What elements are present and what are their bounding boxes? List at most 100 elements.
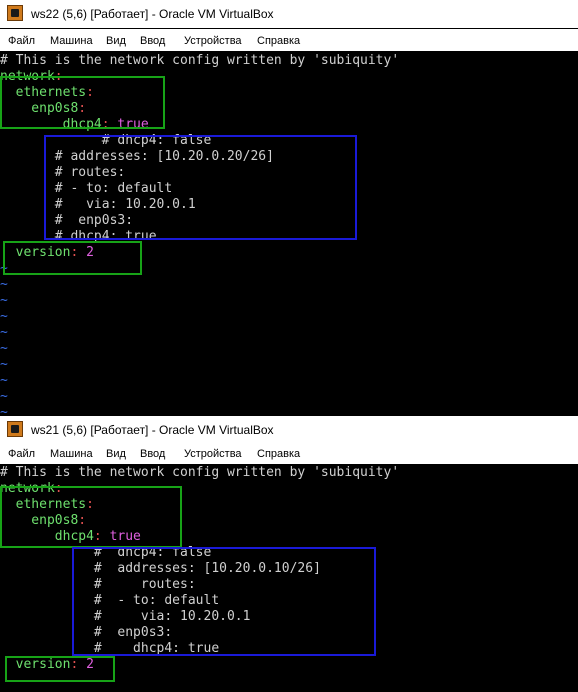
code-line: # enp0s3: (0, 213, 133, 229)
empty-buffer-marker: ~ (0, 261, 8, 277)
code-token: # via: 10.20.0.1 (0, 197, 196, 212)
code-token: true (109, 529, 141, 544)
code-token: # routes: (0, 165, 126, 180)
menu-item[interactable]: Файл (8, 448, 35, 460)
menu-item[interactable]: Справка (257, 35, 300, 47)
menu-item[interactable]: Ввод (140, 448, 165, 460)
code-token: # enp0s3: (0, 213, 134, 228)
empty-buffer-marker: ~ (0, 293, 8, 309)
menu-item[interactable]: Устройства (184, 448, 242, 460)
code-line: enp0s8: (0, 513, 86, 529)
code-line: # dhcp4: false (0, 133, 212, 149)
code-line: # dhcp4: true (0, 641, 219, 657)
code-line: # addresses: [10.20.0.20/26] (0, 149, 274, 165)
code-line: # routes: (0, 165, 125, 181)
code-token: dhcp4 (0, 117, 102, 132)
empty-buffer-marker: ~ (0, 405, 8, 414)
code-token: : (54, 481, 63, 496)
code-token: # dhcp4: true (0, 641, 220, 656)
menu-item[interactable]: Справка (257, 448, 300, 460)
code-line: # dhcp4: true (0, 229, 157, 245)
code-token: # This is the network config written by … (0, 465, 400, 480)
code-line: # - to: default (0, 181, 172, 197)
window-title: ws21 (5,6) [Работает] - Oracle VM Virtua… (31, 423, 274, 437)
menu-item[interactable]: Машина (50, 35, 93, 47)
empty-buffer-marker: ~ (0, 389, 8, 405)
terminal-ws22[interactable]: ~ ~ ~ ~ ~ ~ ~ ~ ~ ~ version: 2 # dhcp4: true # en… (0, 51, 578, 414)
code-line: # This is the network config written by … (0, 53, 399, 69)
code-token: # via: 10.20.0.1 (0, 609, 251, 624)
code-token: # dhcp4: false (0, 133, 212, 148)
code-token: # dhcp4: true (0, 229, 157, 244)
code-token: # This is the network config written by … (0, 53, 400, 68)
code-token: ~ (0, 357, 8, 372)
code-line: version: 2 (0, 657, 94, 673)
code-token: # - to: default (0, 593, 220, 608)
code-token: ~ (0, 325, 8, 340)
code-token: ~ (0, 277, 8, 292)
code-line: # addresses: [10.20.0.10/26] (0, 561, 321, 577)
code-token: # enp0s3: (0, 625, 173, 640)
code-line: # routes: (0, 577, 196, 593)
terminal-ws21[interactable]: version: 2 # dhcp4: true # enp0s3: # via… (0, 464, 578, 692)
code-token: ethernets (0, 85, 87, 100)
code-token: 2 (86, 657, 94, 672)
code-token: : (86, 85, 94, 100)
code-token: version (0, 245, 71, 260)
menu-item[interactable]: Файл (8, 35, 35, 47)
code-line: enp0s8: (0, 101, 86, 117)
code-token: true (117, 117, 149, 132)
code-line: version: 2 (0, 245, 94, 261)
code-line: ethernets: (0, 497, 94, 513)
code-token: dhcp4 (0, 529, 94, 544)
code-line: # via: 10.20.0.1 (0, 609, 251, 625)
code-token: # routes: (0, 577, 196, 592)
window-title: ws22 (5,6) [Работает] - Oracle VM Virtua… (31, 7, 274, 21)
code-token: network (0, 481, 55, 496)
code-line: ethernets: (0, 85, 94, 101)
code-token: : (54, 69, 63, 84)
code-token: ethernets (0, 497, 87, 512)
code-token: ~ (0, 389, 8, 404)
code-line: network: (0, 69, 63, 85)
code-token: # addresses: [10.20.0.20/26] (0, 149, 274, 164)
empty-buffer-marker: ~ (0, 309, 8, 325)
code-token: network (0, 69, 55, 84)
code-token: ~ (0, 293, 8, 308)
window-titlebar-ws22[interactable]: ws22 (5,6) [Работает] - Oracle VM Virtua… (0, 0, 578, 28)
code-token: ~ (0, 373, 8, 388)
code-line: # enp0s3: (0, 625, 172, 641)
code-line: dhcp4: true (0, 117, 149, 133)
menu-bar-ws22: Файл Машина Вид Ввод Устройства Справка (0, 29, 578, 51)
menu-bar-ws21: Файл Машина Вид Ввод Устройства Справка (0, 442, 578, 464)
code-token: enp0s8 (0, 513, 79, 528)
code-line: network: (0, 481, 63, 497)
code-token: # addresses: [10.20.0.10/26] (0, 561, 321, 576)
empty-buffer-marker: ~ (0, 325, 8, 341)
code-token: # - to: default (0, 181, 173, 196)
virtualbox-icon (7, 5, 23, 21)
code-token: ~ (0, 341, 8, 356)
code-line: # via: 10.20.0.1 (0, 197, 196, 213)
code-token: : (78, 513, 87, 528)
code-line: # - to: default (0, 593, 219, 609)
code-token: : (78, 101, 87, 116)
code-token: ~ (0, 309, 8, 324)
code-token: : (101, 117, 118, 132)
window-titlebar-ws21[interactable]: ws21 (5,6) [Работает] - Oracle VM Virtua… (0, 416, 578, 444)
menu-item[interactable]: Вид (106, 35, 126, 47)
menu-item[interactable]: Машина (50, 448, 93, 460)
code-token: : (70, 657, 87, 672)
code-line: # dhcp4: false (0, 545, 211, 561)
empty-buffer-marker: ~ (0, 277, 8, 293)
code-token: 2 (86, 245, 94, 260)
menu-item[interactable]: Устройства (184, 35, 242, 47)
code-token: : (86, 497, 94, 512)
menu-item[interactable]: Вид (106, 448, 126, 460)
code-line: dhcp4: true (0, 529, 141, 545)
code-token: # dhcp4: false (0, 545, 212, 560)
code-line: # This is the network config written by … (0, 465, 399, 481)
code-token: : (70, 245, 87, 260)
menu-item[interactable]: Ввод (140, 35, 165, 47)
empty-buffer-marker: ~ (0, 357, 8, 373)
